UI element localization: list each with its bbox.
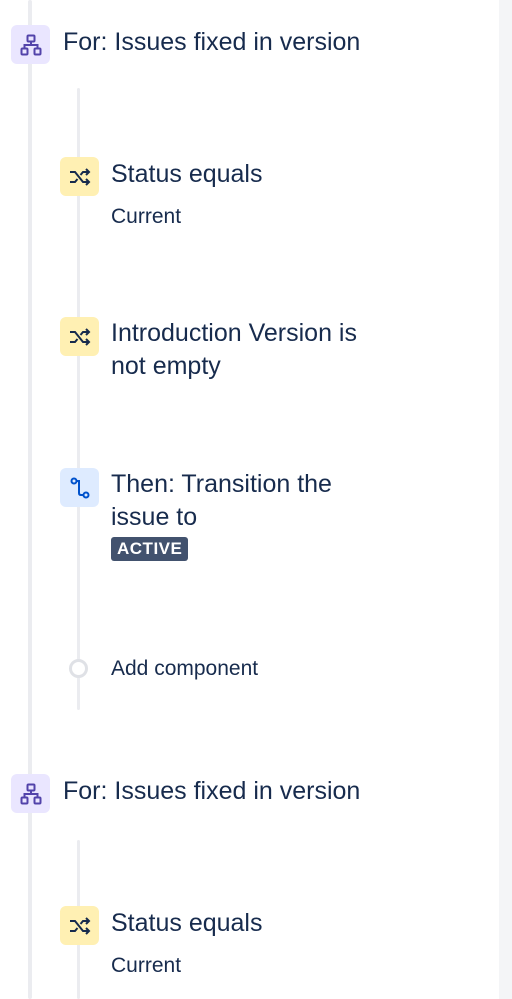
branch-icon bbox=[11, 25, 50, 64]
add-node-icon bbox=[69, 659, 88, 678]
condition-title-line2: not empty bbox=[111, 352, 221, 380]
condition-title-line1: Introduction Version is bbox=[111, 319, 357, 347]
action-title-line2: issue to bbox=[111, 503, 198, 531]
branch-icon bbox=[11, 774, 50, 813]
shuffle-icon bbox=[60, 157, 99, 196]
rule-flow-line bbox=[28, 0, 32, 999]
action-title-line1: Then: Transition the bbox=[111, 470, 332, 498]
branch-label: For: Issues fixed in version bbox=[63, 28, 361, 56]
scrollbar[interactable] bbox=[499, 0, 512, 999]
condition-title: Status equals bbox=[111, 160, 263, 188]
condition-value: Current bbox=[111, 954, 182, 977]
add-component-label: Add component bbox=[111, 657, 259, 680]
condition-title: Status equals bbox=[111, 909, 263, 937]
status-lozenge: ACTIVE bbox=[111, 537, 189, 561]
shuffle-icon bbox=[60, 317, 99, 356]
branch-label: For: Issues fixed in version bbox=[63, 777, 361, 805]
shuffle-icon bbox=[60, 906, 99, 945]
transition-icon bbox=[60, 468, 99, 507]
automation-rule-canvas: For: Issues fixed in version Status equa… bbox=[0, 0, 512, 999]
condition-value: Current bbox=[111, 205, 182, 228]
